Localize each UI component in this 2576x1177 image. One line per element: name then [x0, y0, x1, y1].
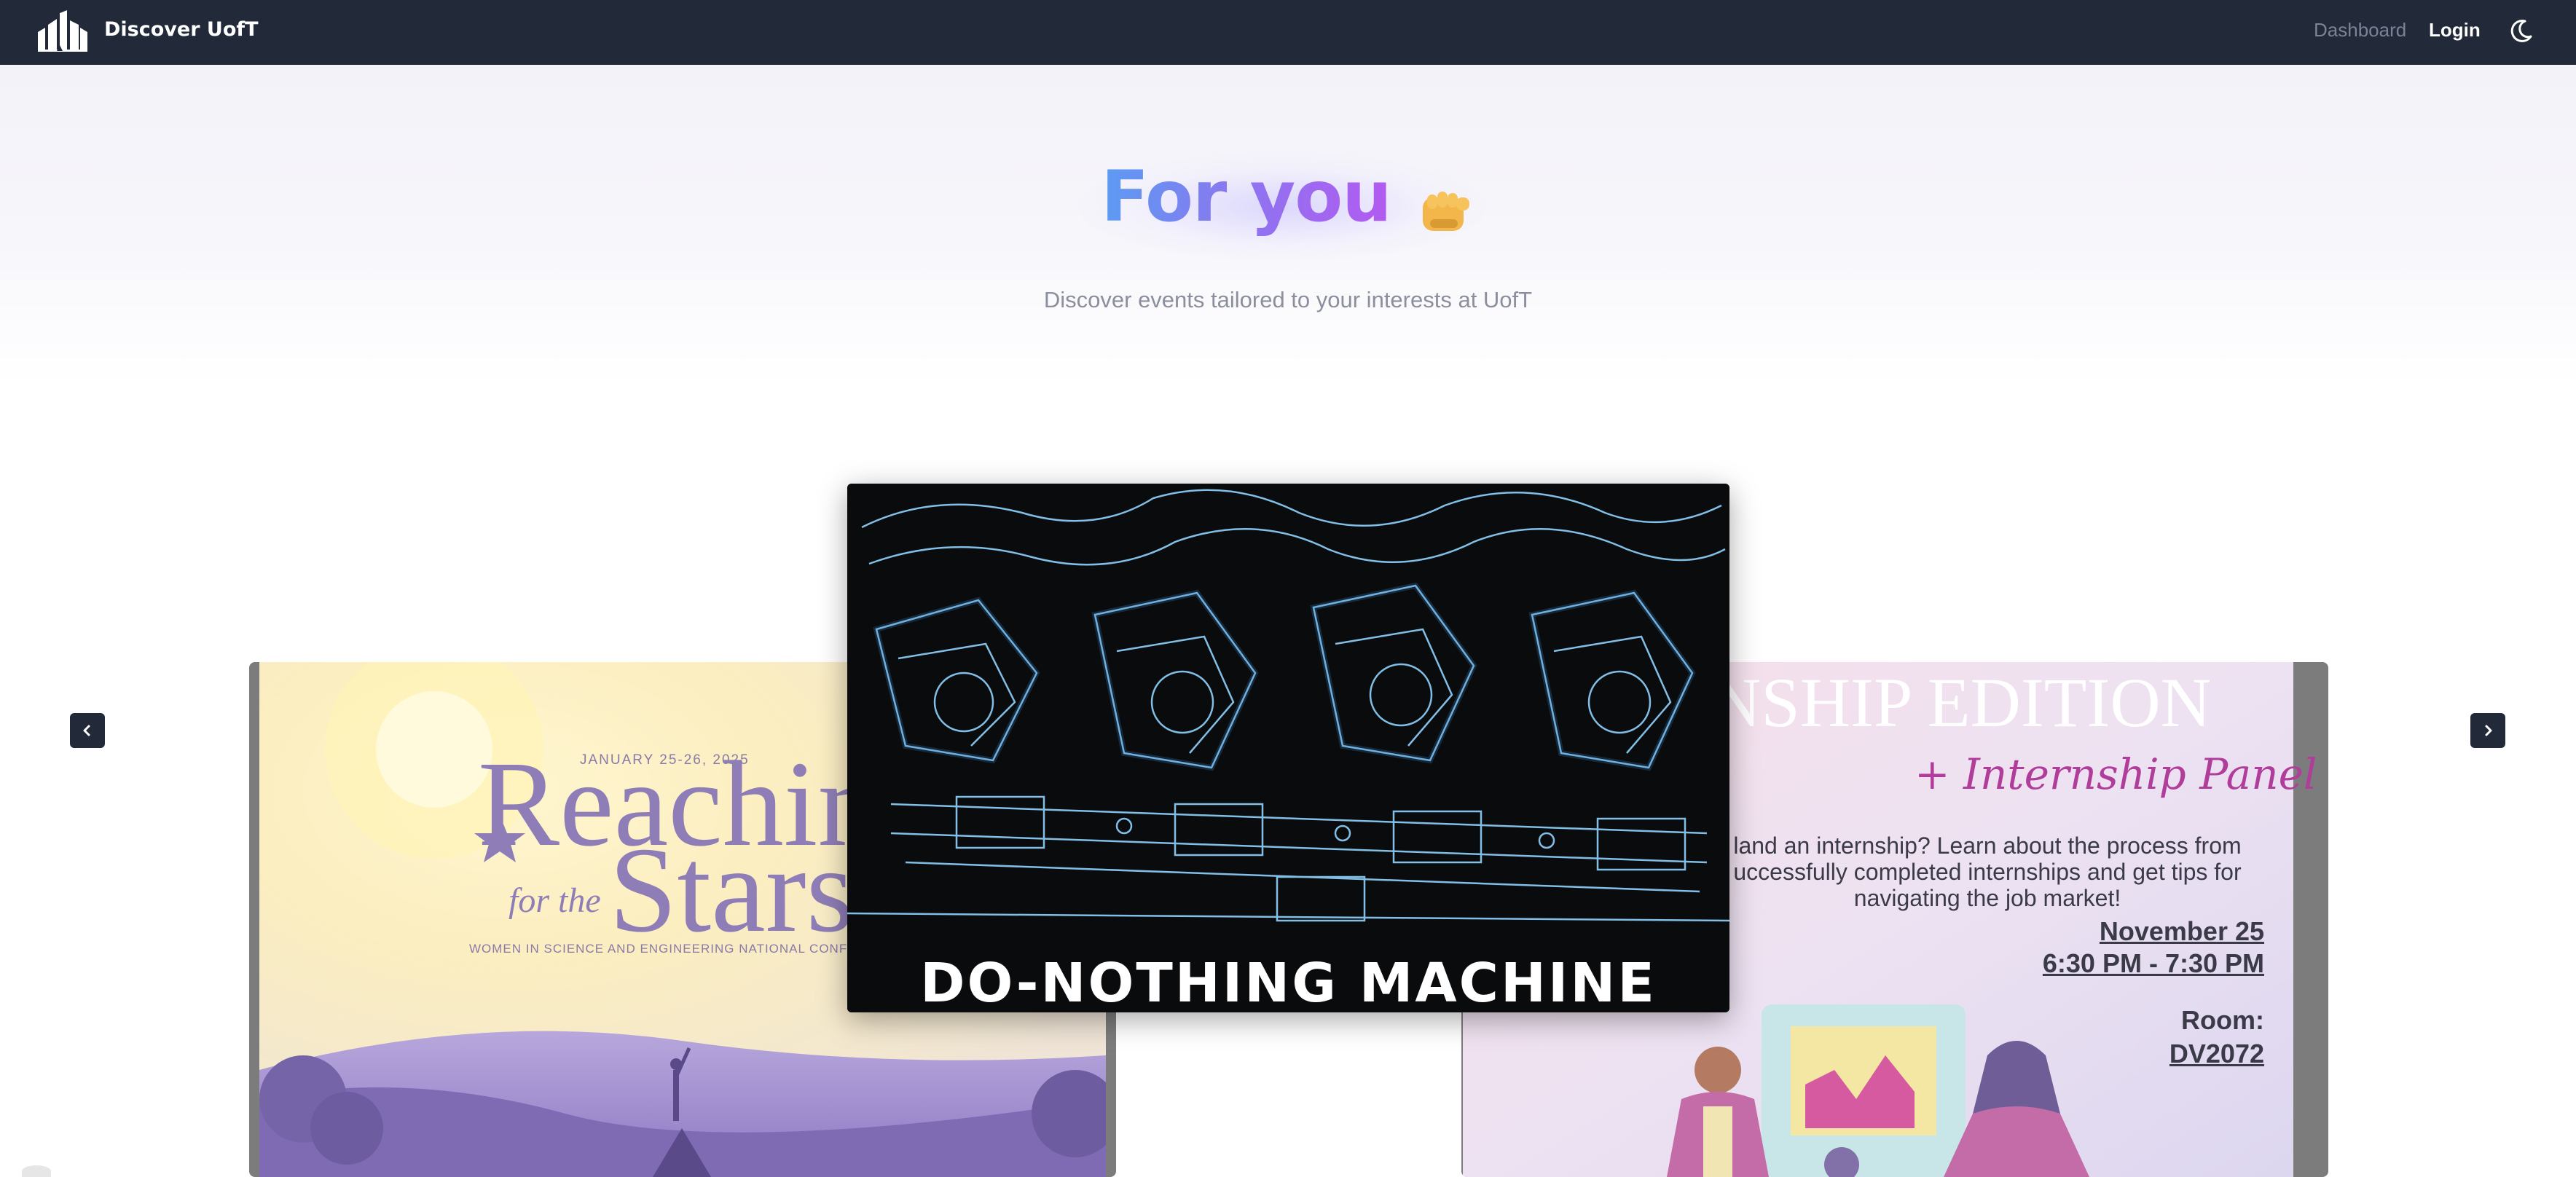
chevron-right-icon [2485, 725, 2492, 736]
navbar: Discover UofT Dashboard Login [0, 0, 2576, 65]
page-title-text: For you [1101, 156, 1391, 237]
moon-icon[interactable] [2505, 15, 2537, 47]
brand-name[interactable]: Discover UofT [104, 17, 259, 42]
event-poster-image [847, 484, 1729, 1012]
poster-edition: NSHIP EDITION [1711, 664, 2212, 741]
carousel-prev-button[interactable] [70, 713, 105, 748]
fist-emoji-icon [1422, 191, 1469, 231]
poster-title: DO-NOTHING MACHINE [920, 952, 1657, 1012]
poster-headline-2: for the [508, 881, 601, 920]
hero-subtitle: Discover events tailored to your interes… [1043, 287, 1533, 312]
poster-conference: WOMEN IN SCIENCE AND ENGINEERING NATIONA… [469, 942, 904, 956]
poster-room: DV2072 [2169, 1039, 2264, 1068]
event-carousel: JANUARY 25-26, 2025 Reachin for the Star… [0, 385, 2576, 1177]
poster-time: 6:30 PM - 7:30 PM [2042, 948, 2264, 978]
poster-panel: + Internship Panel [1915, 749, 2317, 799]
carousel-next-button[interactable] [2470, 713, 2505, 748]
nav-dashboard-link[interactable]: Dashboard [2314, 17, 2406, 42]
corner-decoration [22, 1165, 51, 1177]
chevron-left-icon [83, 725, 90, 736]
uoft-logo-icon[interactable] [35, 9, 90, 55]
page-title: For you [0, 153, 2576, 247]
nav-login-link[interactable]: Login [2429, 17, 2481, 42]
event-card-center[interactable]: DO-NOTHING MACHINE [847, 484, 1729, 1012]
poster-room-label: Room: [2181, 1005, 2264, 1035]
poster-date: November 25 [2099, 916, 2264, 946]
poster-headline-3: Stars [609, 822, 854, 958]
poster-description: land an internship? Learn about the proc… [1733, 832, 2242, 911]
